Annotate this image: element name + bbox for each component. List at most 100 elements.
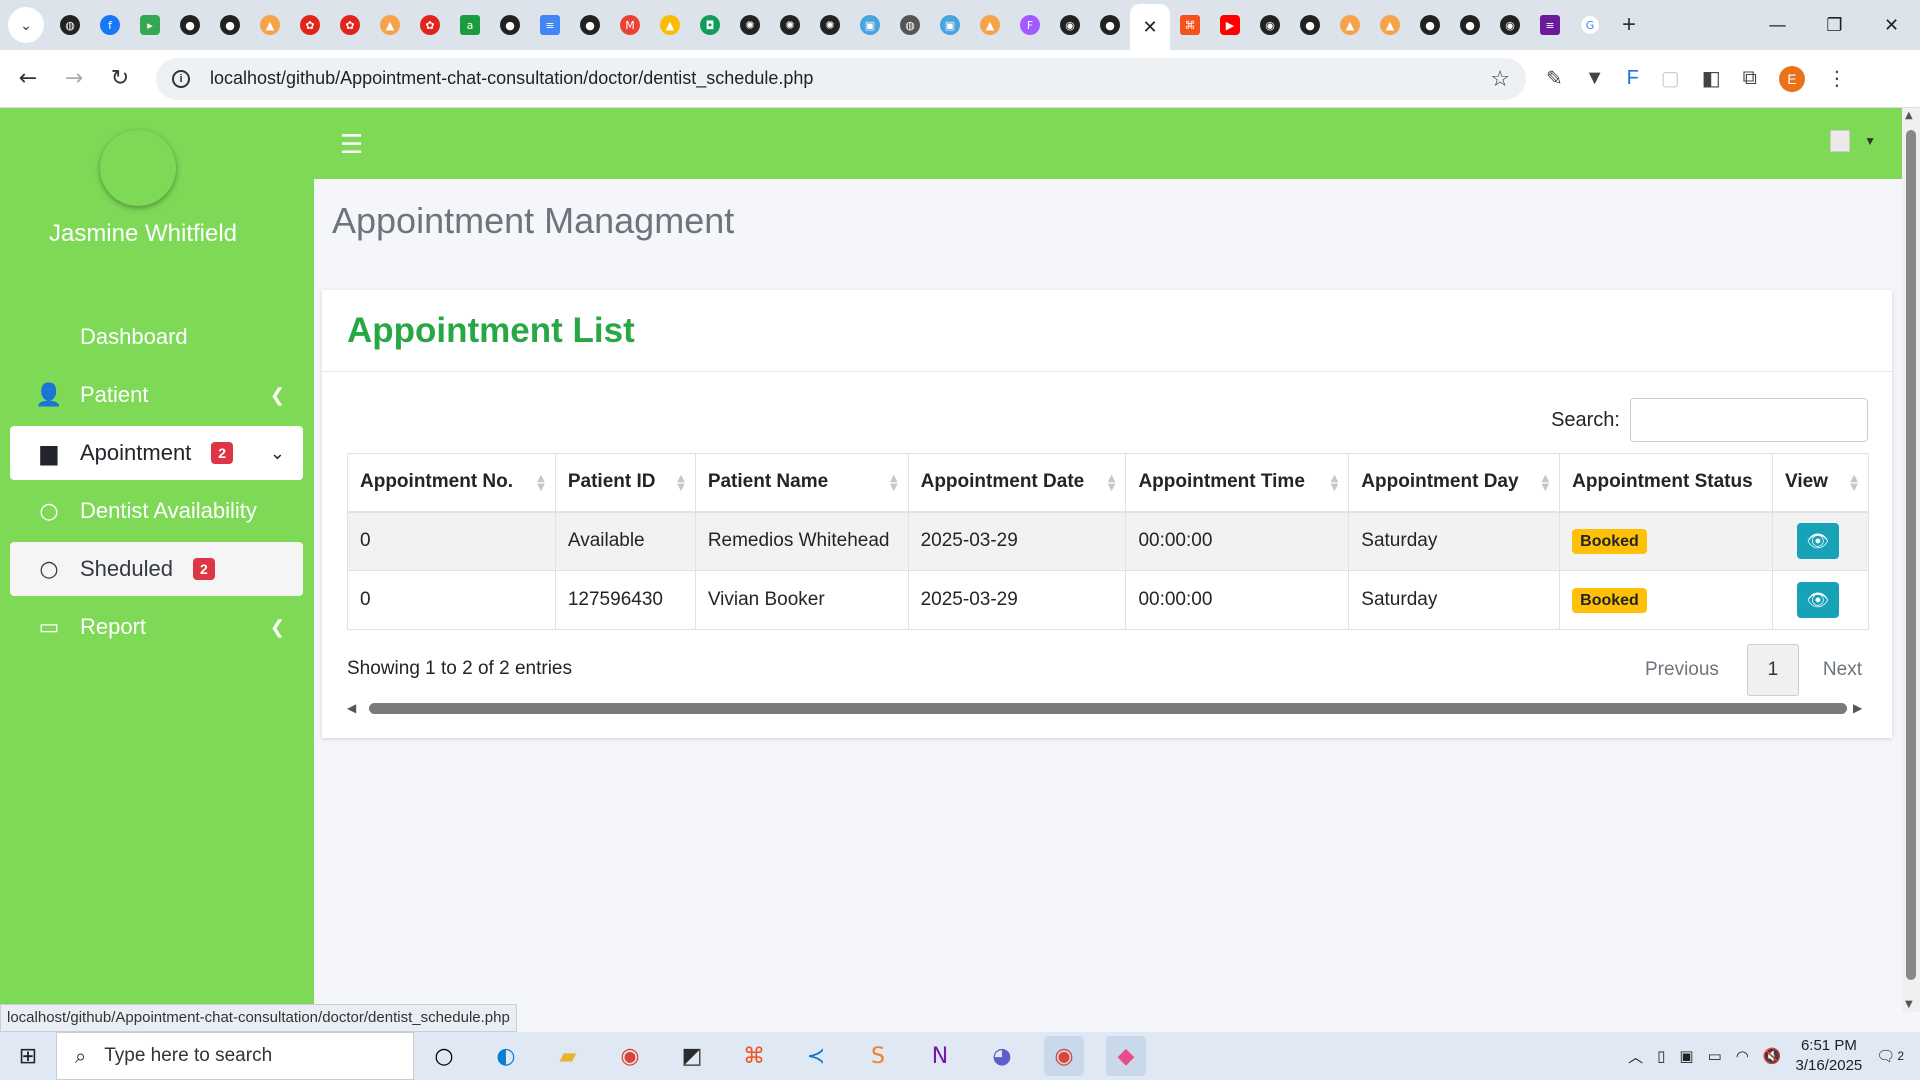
browser-tab[interactable]: ◉ [1250, 5, 1290, 45]
browser-tab[interactable]: ▣ [850, 5, 890, 45]
browser-tab[interactable]: ⌘ [1170, 5, 1210, 45]
audio-icon[interactable]: ◧ [1702, 66, 1721, 91]
browser-tab[interactable]: ● [170, 5, 210, 45]
device-icon[interactable]: ▯ [1657, 1047, 1665, 1065]
search-input[interactable] [1630, 398, 1868, 442]
column-header[interactable]: Appointment Time ▲ ▼ [1125, 453, 1350, 513]
browser-tab[interactable]: ▸ [130, 5, 170, 45]
view-button[interactable]: 👁 [1796, 523, 1839, 560]
taskbar-search[interactable]: ⌕ Type here to search [56, 1032, 414, 1080]
sidebar-item-dentist-availability[interactable]: ○ Dentist Availability [10, 484, 303, 538]
browser-tab[interactable]: F [1010, 5, 1050, 45]
scrollbar-thumb[interactable] [369, 702, 1847, 714]
browser-tab[interactable]: ✺ [770, 5, 810, 45]
column-header[interactable]: Appointment Status [1559, 453, 1773, 513]
hamburger-menu-icon[interactable]: ☰ [340, 130, 363, 160]
chrome-active-icon[interactable]: ◉ [1044, 1036, 1084, 1076]
sidebar-item-dashboard[interactable]: Dashboard [10, 310, 303, 364]
reload-icon[interactable]: ↻ [102, 66, 138, 91]
browser-tab[interactable]: ✿ [290, 5, 330, 45]
browser-tab[interactable]: ▶ [1210, 5, 1250, 45]
browser-tab[interactable]: ▲ [250, 5, 290, 45]
forward-icon[interactable]: → [56, 66, 92, 91]
font-icon[interactable]: F [1627, 67, 1639, 90]
system-clock[interactable]: 6:51 PM 3/16/2025 [1796, 1036, 1863, 1076]
scroll-up-icon[interactable]: ▲ [1905, 110, 1913, 121]
browser-tab[interactable]: f [90, 5, 130, 45]
tab-search-icon[interactable]: ⌄ [8, 7, 44, 43]
browser-tab[interactable]: ▣ [930, 5, 970, 45]
column-header[interactable]: Patient ID ▲ ▼ [554, 453, 696, 513]
edge-icon[interactable]: ◐ [486, 1036, 526, 1076]
browser-tab[interactable]: ◍ [890, 5, 930, 45]
vertical-scrollbar[interactable]: ▲ ▼ [1902, 108, 1920, 1012]
chevron-up-icon[interactable]: ︿ [1628, 1046, 1643, 1067]
browser-tab[interactable]: G [1570, 5, 1610, 45]
sublime-icon[interactable]: S [858, 1036, 898, 1076]
horizontal-scrollbar[interactable]: ◀ ▶ [347, 698, 1869, 718]
browser-tab[interactable]: ≡ [530, 5, 570, 45]
column-header[interactable]: Appointment No. ▲ ▼ [347, 453, 556, 513]
wifi-icon[interactable]: ◠ [1736, 1047, 1749, 1065]
avatar[interactable] [100, 130, 176, 206]
browser-tab[interactable]: ◉ [1490, 5, 1530, 45]
vscode-icon[interactable]: ≺ [796, 1036, 836, 1076]
extension-icon[interactable]: ▢ [1661, 66, 1680, 91]
column-header[interactable]: View ▲ ▼ [1771, 453, 1870, 513]
browser-tab[interactable]: M [610, 5, 650, 45]
notification-icon[interactable]: 🗨 [1876, 1047, 1895, 1065]
sidebar-item-sheduled[interactable]: ○ Sheduled 2 [10, 542, 303, 596]
minimize-icon[interactable]: — [1749, 0, 1806, 50]
menu-dots-icon[interactable]: ⋮ [1827, 66, 1847, 91]
browser-tab[interactable]: ▲ [650, 5, 690, 45]
scroll-right-icon[interactable]: ▶ [1853, 701, 1869, 715]
browser-tab[interactable]: ✿ [330, 5, 370, 45]
battery-icon[interactable]: ▭ [1708, 1047, 1722, 1065]
previous-page-button[interactable]: Previous [1645, 659, 1719, 681]
browser-tab[interactable]: ● [570, 5, 610, 45]
eyedropper-icon[interactable]: ✎ [1546, 66, 1563, 91]
sticky-notes-icon[interactable]: ◩ [672, 1036, 712, 1076]
browser-tab[interactable]: ≡ [1530, 5, 1570, 45]
view-button[interactable]: 👁 [1796, 582, 1839, 618]
scroll-left-icon[interactable]: ◀ [347, 701, 363, 715]
user-menu[interactable]: ▼ [1830, 130, 1876, 152]
browser-tab[interactable]: a [450, 5, 490, 45]
sidebar-item-appointment[interactable]: ▆ Apointment 2 ⌄ [10, 426, 303, 480]
active-tab[interactable]: ✕ [1130, 4, 1170, 50]
browser-tab[interactable]: ◘ [690, 5, 730, 45]
discord-icon[interactable]: ◕ [982, 1036, 1022, 1076]
close-tab-icon[interactable]: ✕ [1142, 17, 1157, 38]
chrome-icon[interactable]: ◉ [610, 1036, 650, 1076]
browser-tab[interactable]: ▲ [970, 5, 1010, 45]
browser-tab[interactable]: ✺ [730, 5, 770, 45]
browser-tab[interactable]: ● [1450, 5, 1490, 45]
puzzle-icon[interactable]: ⧉ [1743, 67, 1757, 90]
browser-tab[interactable]: ✿ [410, 5, 450, 45]
browser-tab[interactable]: ✺ [810, 5, 850, 45]
column-header[interactable]: Appointment Date ▲ ▼ [907, 453, 1127, 513]
column-header[interactable]: Appointment Day ▲ ▼ [1348, 453, 1561, 513]
task-view-icon[interactable]: ○ [424, 1036, 464, 1076]
scroll-down-icon[interactable]: ▼ [1905, 999, 1913, 1010]
speaker-muted-icon[interactable]: 🔇 [1763, 1047, 1782, 1065]
browser-tab[interactable]: ◍ [50, 5, 90, 45]
bookmark-star-icon[interactable]: ☆ [1490, 66, 1510, 92]
browser-tab[interactable]: ▲ [370, 5, 410, 45]
browser-tab[interactable]: ◉ [1050, 5, 1090, 45]
close-window-icon[interactable]: ✕ [1863, 0, 1920, 50]
browser-tab[interactable]: ▲ [1330, 5, 1370, 45]
browser-tab[interactable]: ● [1410, 5, 1450, 45]
profile-avatar[interactable]: E [1778, 65, 1805, 92]
restore-icon[interactable]: ❐ [1806, 0, 1863, 50]
onenote-icon[interactable]: N [920, 1036, 960, 1076]
next-page-button[interactable]: Next [1823, 659, 1862, 681]
site-info-icon[interactable]: i [172, 69, 190, 88]
page-number-button[interactable]: 1 [1746, 644, 1799, 696]
browser-tab[interactable]: ● [210, 5, 250, 45]
back-icon[interactable]: ← [10, 66, 46, 91]
meet-now-icon[interactable]: ▣ [1679, 1047, 1693, 1065]
sidebar-item-patient[interactable]: 👤 Patient ❮ [10, 368, 303, 422]
column-header[interactable]: Patient Name ▲ ▼ [694, 453, 909, 513]
new-tab-button[interactable]: + [1622, 11, 1636, 39]
